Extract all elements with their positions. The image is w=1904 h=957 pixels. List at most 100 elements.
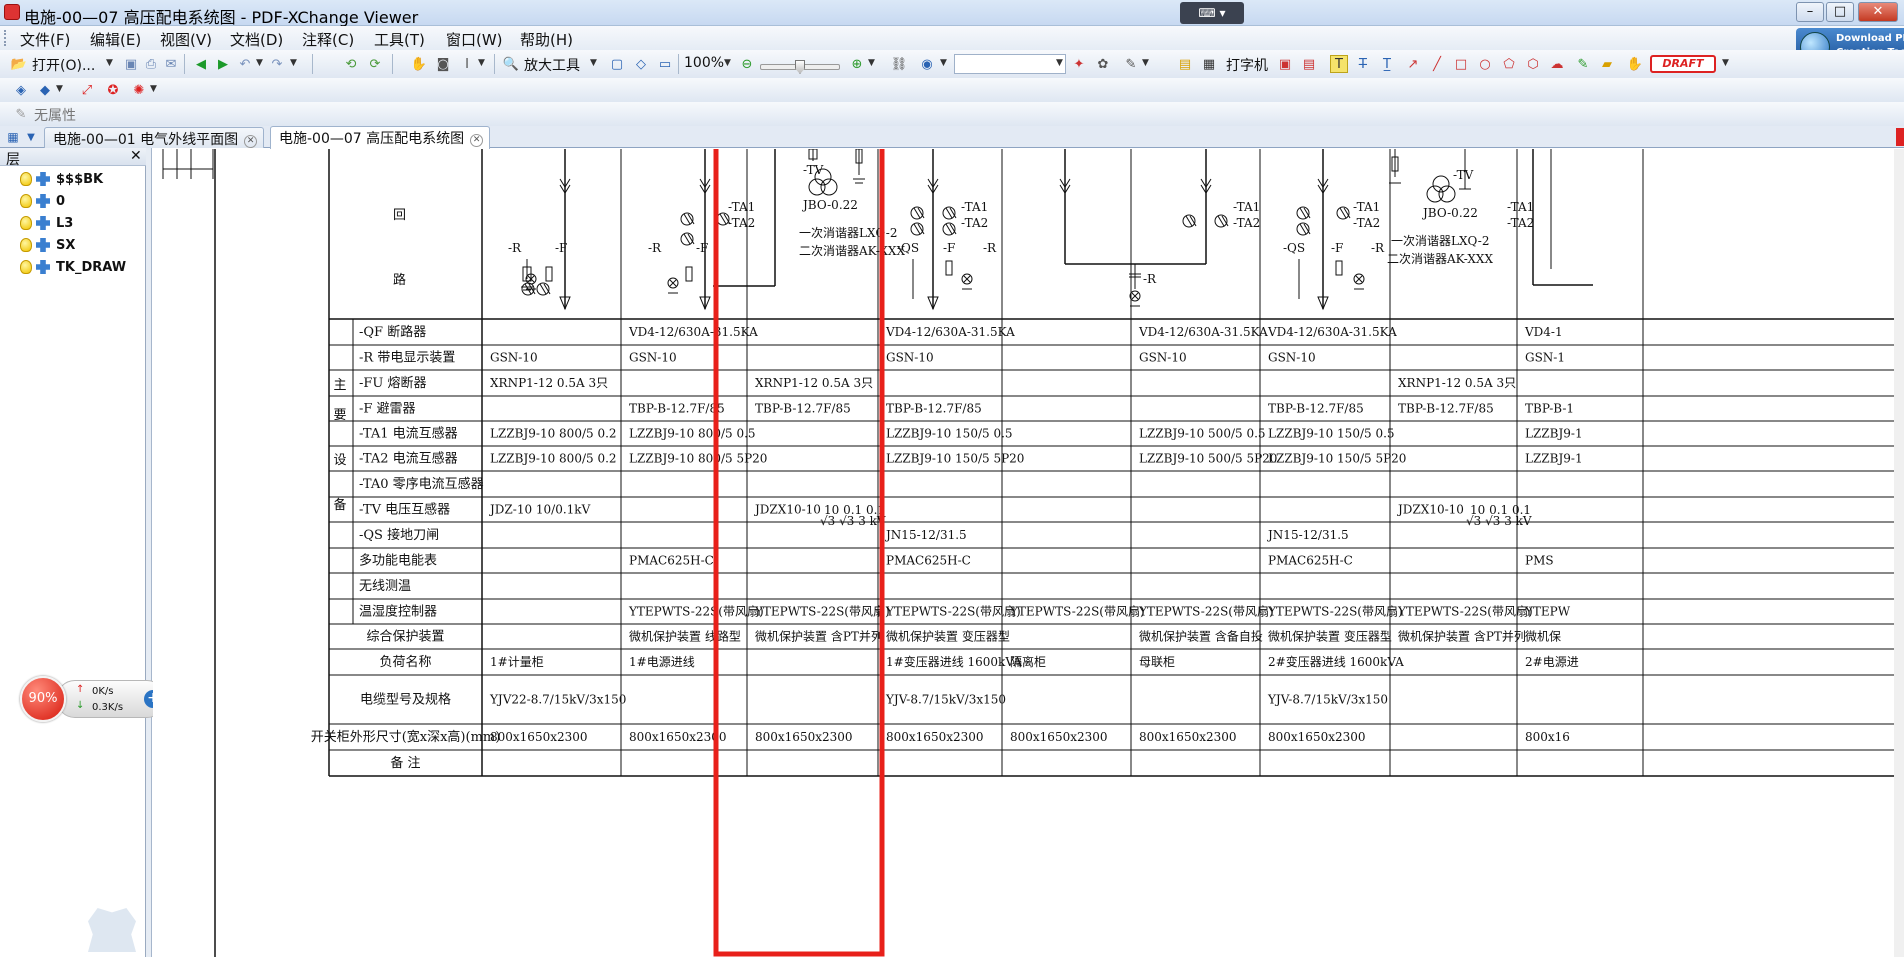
- polygon-icon[interactable]: ⬠: [1500, 55, 1518, 73]
- tools-icon[interactable]: ✿: [1094, 55, 1112, 73]
- open-button[interactable]: 打开(O)...: [32, 55, 95, 75]
- oval-icon[interactable]: ○: [1476, 55, 1494, 73]
- hand-tool-icon[interactable]: ✋: [410, 55, 428, 73]
- typewriter-button[interactable]: 打字机: [1226, 55, 1268, 75]
- keyboard-icon[interactable]: ⌨ ▾: [1180, 2, 1244, 24]
- callout-icon[interactable]: ▣: [1276, 55, 1294, 73]
- rectangle-icon[interactable]: □: [1452, 55, 1470, 73]
- tab-document-2[interactable]: 电施-00—07 高压配电系统图 ✕: [270, 126, 491, 149]
- layer-item[interactable]: 0: [20, 194, 65, 212]
- chevron-down-icon[interactable]: ▼: [590, 58, 597, 68]
- minimize-button[interactable]: –: [1796, 2, 1824, 22]
- menu-file[interactable]: 文件(F): [20, 29, 70, 50]
- eraser-icon[interactable]: ▰: [1598, 55, 1616, 73]
- underline-icon[interactable]: T̲: [1378, 55, 1396, 73]
- bulb-icon[interactable]: [20, 260, 32, 274]
- email-icon[interactable]: ✉: [162, 55, 180, 73]
- menu-window[interactable]: 窗口(W): [446, 29, 503, 50]
- zoom-out-icon[interactable]: ⊖: [738, 55, 756, 73]
- stamp-tool-icon[interactable]: ✋: [1626, 55, 1644, 73]
- back-icon[interactable]: ◀: [192, 55, 210, 73]
- menu-document[interactable]: 文档(D): [230, 29, 283, 50]
- close-panel-icon[interactable]: ✕: [130, 148, 142, 164]
- chevron-down-icon[interactable]: ▼: [1056, 58, 1063, 68]
- layer-item[interactable]: L3: [20, 216, 73, 234]
- bulb-icon[interactable]: [20, 238, 32, 252]
- stamp-icon[interactable]: ✦: [1070, 55, 1088, 73]
- tab-list-icon[interactable]: ▼: [22, 128, 40, 146]
- chevron-down-icon[interactable]: ▼: [150, 84, 157, 94]
- typewriter-icon[interactable]: ▦: [1200, 55, 1218, 73]
- menu-comment[interactable]: 注释(C): [302, 29, 354, 50]
- close-tab-icon[interactable]: ✕: [244, 135, 258, 148]
- bookmarks-icon[interactable]: ◆: [36, 81, 54, 99]
- close-button[interactable]: ✕: [1858, 2, 1898, 22]
- print-icon[interactable]: ⎙: [142, 55, 160, 73]
- tile-icon[interactable]: ▦: [4, 128, 22, 146]
- chevron-down-icon[interactable]: ▼: [290, 58, 297, 68]
- layer-item[interactable]: TK_DRAW: [20, 260, 126, 278]
- polyline-icon[interactable]: ⬡: [1524, 55, 1542, 73]
- snapshot-icon[interactable]: ◙: [434, 55, 452, 73]
- redo-icon[interactable]: ↷: [268, 55, 286, 73]
- layer-item[interactable]: $$$BK: [20, 172, 103, 190]
- menu-view[interactable]: 视图(V): [160, 29, 212, 50]
- fit-page-icon[interactable]: ◇: [632, 55, 650, 73]
- maximize-button[interactable]: □: [1826, 2, 1854, 22]
- chevron-down-icon[interactable]: ▼: [56, 84, 63, 94]
- security-icon[interactable]: ✺: [130, 81, 148, 99]
- bulb-icon[interactable]: [20, 172, 32, 186]
- rotate-left-icon[interactable]: ⟲: [342, 55, 360, 73]
- arrow-icon[interactable]: ↗: [1404, 55, 1422, 73]
- layers-icon[interactable]: ◈: [12, 81, 30, 99]
- cloud-icon[interactable]: ☁: [1548, 55, 1566, 73]
- bulb-icon[interactable]: [20, 216, 32, 230]
- tab-document-1[interactable]: 电施-00—01 电气外线平面图 ✕: [44, 127, 265, 148]
- vertical-scrollbar[interactable]: [1894, 149, 1904, 957]
- zoom-level-select[interactable]: 100%: [684, 55, 724, 71]
- save-icon[interactable]: ▣: [122, 55, 140, 73]
- forward-icon[interactable]: ▶: [214, 55, 232, 73]
- line-icon[interactable]: ╱: [1428, 55, 1446, 73]
- bulb-icon[interactable]: [20, 194, 32, 208]
- zoom-tool-button[interactable]: 放大工具: [524, 55, 580, 75]
- zoom-tool-icon[interactable]: 🔍: [502, 55, 520, 73]
- menu-edit[interactable]: 编辑(E): [90, 29, 141, 50]
- pencil-icon[interactable]: ✎: [1574, 55, 1592, 73]
- chevron-down-icon[interactable]: ▼: [256, 58, 263, 68]
- chevron-down-icon[interactable]: ▼: [478, 58, 485, 68]
- chevron-down-icon[interactable]: ▼: [1722, 58, 1729, 68]
- zoom-slider-handle[interactable]: [795, 60, 805, 74]
- open-icon[interactable]: 📂: [10, 55, 28, 73]
- chevron-down-icon[interactable]: ▼: [1142, 58, 1149, 68]
- chevron-down-icon[interactable]: ▼: [868, 58, 875, 68]
- close-tab-icon[interactable]: ✕: [470, 134, 484, 147]
- rotate-right-icon[interactable]: ⟳: [366, 55, 384, 73]
- menu-tools[interactable]: 工具(T): [374, 29, 425, 50]
- comments-list-icon[interactable]: ⤢: [78, 81, 96, 99]
- actual-size-icon[interactable]: ▢: [608, 55, 626, 73]
- layer-item[interactable]: SX: [20, 238, 75, 256]
- search-combo[interactable]: [954, 54, 1066, 74]
- strikeout-icon[interactable]: T̶: [1354, 55, 1372, 73]
- sticky-note-icon[interactable]: ▤: [1176, 55, 1194, 73]
- menu-help[interactable]: 帮助(H): [520, 29, 573, 50]
- highlight-icon[interactable]: T: [1330, 55, 1348, 73]
- markup-icon[interactable]: ✪: [104, 81, 122, 99]
- chevron-down-icon[interactable]: ▼: [940, 58, 947, 68]
- link-icon[interactable]: ⛓: [890, 55, 908, 73]
- network-speed-widget[interactable]: 90% ↑ ↓ 0K/s 0.3K/s +: [20, 676, 166, 722]
- textbox-icon[interactable]: ▤: [1300, 55, 1318, 73]
- panel-splitter[interactable]: [146, 148, 152, 957]
- chevron-down-icon[interactable]: ▼: [724, 58, 731, 68]
- chevron-down-icon[interactable]: ▼: [106, 58, 113, 68]
- fit-width-icon[interactable]: ▭: [656, 55, 674, 73]
- draft-stamp[interactable]: DRAFT: [1650, 55, 1716, 73]
- select-text-icon[interactable]: Ⅰ: [458, 55, 476, 73]
- table-cell: YTEPWTS-22S(带风扇): [628, 604, 764, 619]
- zoom-in-icon[interactable]: ⊕: [848, 55, 866, 73]
- web-icon[interactable]: ◉: [918, 55, 936, 73]
- undo-icon[interactable]: ↶: [236, 55, 254, 73]
- document-view[interactable]: 回路主要设备 -QF 断路器 -R 带电显示装置 -FU 熔断器 -F 避雷器 -TA1 …: [153, 149, 1904, 957]
- measure-icon[interactable]: ✎: [1122, 55, 1140, 73]
